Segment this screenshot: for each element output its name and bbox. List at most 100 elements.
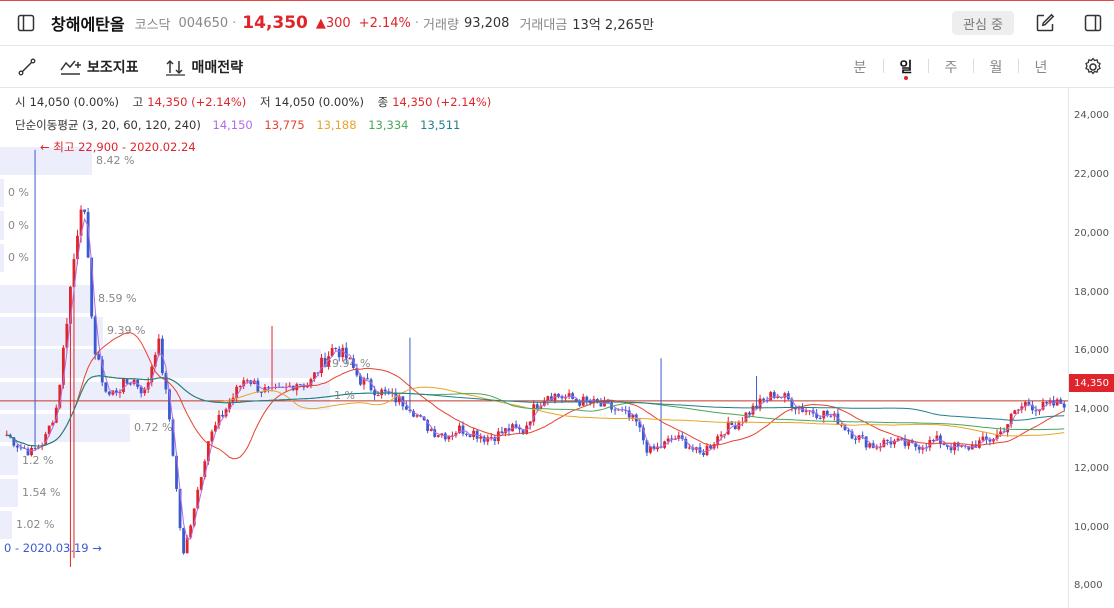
candle bbox=[366, 378, 369, 380]
timeframe-minute[interactable]: 분 bbox=[838, 46, 882, 87]
candle bbox=[500, 431, 504, 434]
price-change-pct: +2.14% bbox=[358, 15, 411, 31]
y-tick-label: 16,000 bbox=[1074, 345, 1109, 357]
candle bbox=[489, 437, 493, 439]
candle bbox=[864, 436, 868, 448]
candle bbox=[436, 435, 440, 437]
candle bbox=[769, 392, 773, 401]
y-tick-label: 18,000 bbox=[1074, 286, 1109, 298]
current-price: 14,350 bbox=[242, 13, 308, 33]
candle bbox=[988, 439, 992, 442]
candle bbox=[97, 354, 101, 360]
candle bbox=[875, 447, 879, 449]
candle bbox=[719, 434, 723, 437]
candle bbox=[83, 209, 86, 213]
candle bbox=[465, 433, 468, 435]
market-name: 코스닥 bbox=[134, 17, 171, 33]
candle bbox=[157, 338, 161, 355]
panel-toggle-icon[interactable] bbox=[1082, 12, 1104, 34]
candle bbox=[829, 415, 833, 417]
candle bbox=[885, 439, 889, 441]
candle bbox=[613, 409, 617, 411]
candle bbox=[104, 382, 108, 392]
timeframe-month[interactable]: 월 bbox=[974, 46, 1018, 87]
indicator-icon bbox=[60, 58, 82, 76]
timeframe-year[interactable]: 년 bbox=[1019, 46, 1063, 87]
candle bbox=[125, 378, 129, 384]
candle bbox=[107, 391, 111, 395]
y-tick-label: 10,000 bbox=[1074, 521, 1109, 533]
y-tick-label: 14,000 bbox=[1074, 404, 1109, 416]
draw-line-icon[interactable] bbox=[16, 56, 38, 78]
candle bbox=[783, 393, 787, 398]
strategy-button[interactable]: 매매전략 bbox=[165, 57, 244, 77]
strategy-label: 매매전략 bbox=[191, 59, 244, 76]
y-tick-label: 12,000 bbox=[1074, 462, 1109, 474]
candlestick-chart[interactable] bbox=[0, 88, 1068, 608]
candle bbox=[1034, 410, 1038, 412]
candle bbox=[931, 439, 935, 441]
candle bbox=[861, 435, 865, 437]
separator: · bbox=[232, 15, 237, 31]
timeframe-week[interactable]: 주 bbox=[929, 46, 973, 87]
candle bbox=[1013, 410, 1017, 414]
candle bbox=[334, 348, 338, 350]
amount-value: 13억 2,265만 bbox=[572, 17, 655, 33]
volume-label: 거래량 bbox=[423, 17, 459, 33]
candle bbox=[245, 380, 249, 382]
low-marker: 0 - 2020.03.19 → bbox=[4, 541, 102, 555]
candle bbox=[129, 383, 132, 385]
candle bbox=[182, 527, 186, 554]
moving-average-line bbox=[6, 332, 1065, 460]
candle bbox=[404, 406, 408, 410]
edit-icon[interactable] bbox=[1034, 12, 1056, 34]
sidebar-toggle-icon[interactable] bbox=[15, 12, 37, 34]
candle bbox=[854, 438, 857, 440]
candle bbox=[666, 438, 670, 442]
candle bbox=[415, 415, 419, 417]
settings-gear-icon[interactable] bbox=[1082, 56, 1104, 78]
candle bbox=[981, 436, 985, 441]
candle bbox=[999, 431, 1002, 435]
indicator-label: 보조지표 bbox=[87, 59, 139, 76]
favorite-button[interactable]: 관심 중 bbox=[952, 11, 1014, 35]
candle bbox=[15, 445, 19, 448]
volume-value: 93,208 bbox=[463, 15, 510, 31]
strategy-icon bbox=[165, 58, 187, 76]
candle bbox=[709, 445, 712, 449]
high-marker: ← 최고 22,900 - 2020.02.24 bbox=[40, 140, 196, 154]
y-tick-label: 24,000 bbox=[1074, 110, 1109, 122]
candle bbox=[818, 417, 822, 419]
candle bbox=[486, 437, 490, 442]
stock-header: 창해에탄올 코스닥 004650 · 14,350 ▲300 +2.14% · … bbox=[0, 1, 1114, 46]
candle bbox=[585, 396, 589, 401]
amount-label: 거래대금 bbox=[519, 17, 568, 33]
stock-name: 창해에탄올 bbox=[51, 15, 125, 34]
candle bbox=[804, 410, 808, 412]
candle bbox=[30, 447, 33, 456]
y-tick-label: 8,000 bbox=[1074, 580, 1103, 592]
stock-code: 004650 bbox=[178, 15, 229, 31]
candle bbox=[1062, 403, 1066, 408]
candle bbox=[348, 358, 352, 360]
candle bbox=[942, 444, 946, 446]
candle bbox=[33, 447, 37, 449]
candle bbox=[726, 421, 730, 435]
candle bbox=[461, 425, 465, 434]
indicator-button[interactable]: 보조지표 bbox=[60, 57, 139, 77]
candle bbox=[380, 389, 384, 396]
candle bbox=[893, 440, 896, 445]
candle bbox=[776, 396, 780, 398]
candle bbox=[429, 429, 433, 431]
candle bbox=[376, 395, 380, 397]
candle bbox=[762, 398, 766, 401]
price-change: ▲300 bbox=[315, 15, 351, 31]
candle bbox=[1045, 402, 1048, 404]
candle bbox=[822, 410, 826, 419]
separator: · bbox=[414, 15, 420, 31]
current-price-label: 14,350 bbox=[1069, 374, 1114, 392]
y-tick-label: 22,000 bbox=[1074, 169, 1109, 181]
candle bbox=[687, 447, 691, 449]
candle bbox=[337, 348, 341, 358]
timeframe-day[interactable]: 일 bbox=[884, 46, 928, 87]
